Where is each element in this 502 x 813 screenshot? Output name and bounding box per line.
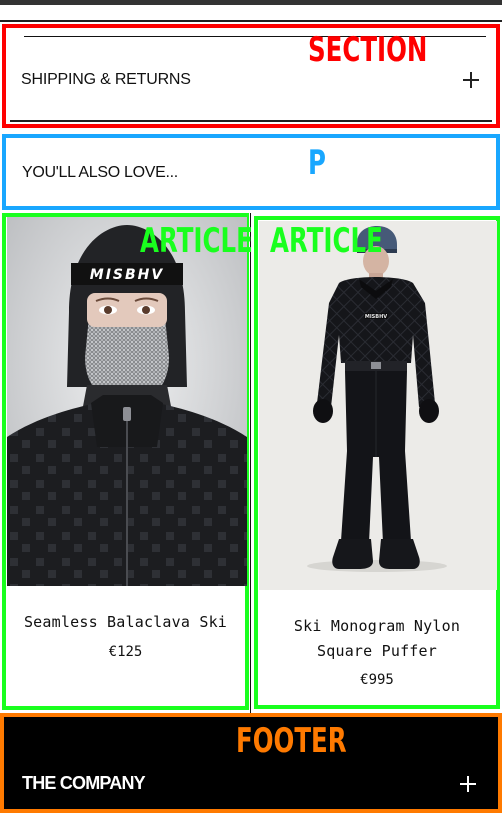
product-name-balaclava[interactable]: Seamless Balaclava Ski	[6, 610, 245, 635]
p-annotation-label: P	[308, 143, 326, 183]
section-bottom-divider	[10, 120, 492, 122]
product-card-balaclava[interactable]: MISBHV Seamless Balaclava Ski €125	[2, 213, 249, 710]
top-bar	[0, 0, 502, 5]
product-price-balaclava: €125	[108, 644, 143, 660]
shipping-returns-title[interactable]: SHIPPING & RETURNS	[21, 71, 191, 89]
plus-icon[interactable]	[458, 774, 478, 794]
plus-icon[interactable]	[461, 70, 481, 90]
article-annotation-label-left: ARTICLE	[140, 221, 253, 261]
product-grid-divider	[250, 213, 251, 713]
section-annotation-label: SECTION	[308, 30, 428, 70]
product-image-balaclava[interactable]: MISBHV	[7, 217, 247, 586]
puffer-logo-text: MISBHV	[365, 314, 387, 320]
product-price-puffer: €995	[360, 672, 394, 688]
recommendations-heading: YOU'LL ALSO LOVE...	[22, 164, 178, 181]
recommendations-heading-box: YOU'LL ALSO LOVE...	[2, 134, 500, 210]
footer-annotation-label: FOOTER	[236, 721, 347, 761]
product-name-puffer[interactable]: Ski Monogram Nylon Square Puffer	[258, 614, 496, 664]
balaclava-logo-text: MISBHV	[90, 267, 164, 283]
footer-company-title[interactable]: THE COMPANY	[22, 773, 146, 794]
top-divider	[0, 20, 502, 22]
product-image-puffer[interactable]: MISBHV	[259, 221, 497, 590]
product-card-puffer[interactable]: MISBHV Ski Monogram Nylon Square Puffer …	[254, 216, 500, 709]
article-annotation-label-right: ARTICLE	[270, 221, 383, 261]
